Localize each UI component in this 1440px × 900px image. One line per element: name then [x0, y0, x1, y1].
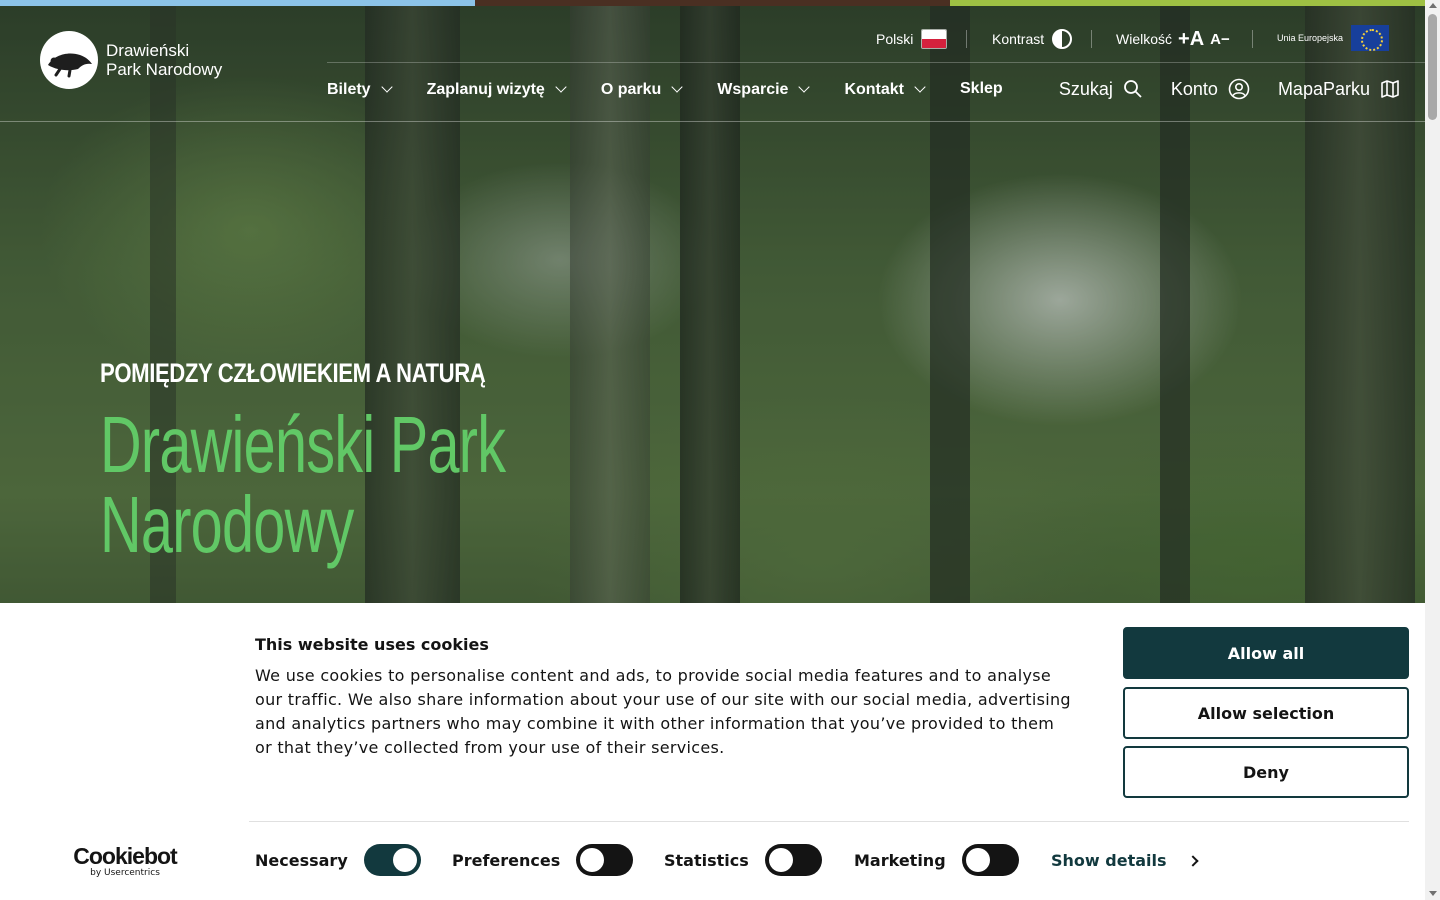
nav-item-bilety[interactable]: Bilety	[327, 81, 393, 99]
allow-all-button[interactable]: Allow all	[1123, 627, 1409, 679]
deny-button[interactable]: Deny	[1123, 746, 1409, 798]
toggle-label: Marketing	[854, 850, 946, 870]
site-logo[interactable]: Drawieński Park Narodowy	[40, 30, 240, 90]
top-stripe-green	[950, 0, 1425, 6]
contrast-toggle[interactable]: Kontrast	[992, 28, 1073, 50]
utility-separator	[1091, 28, 1092, 50]
cookie-banner-text: We use cookies to personalise content an…	[255, 666, 1071, 757]
scroll-down-arrow-icon[interactable]	[1429, 891, 1437, 896]
nav-item-label: O parku	[600, 81, 662, 98]
map-label: MapaParku	[1277, 78, 1370, 99]
font-size-controls: Wielkość +A A−	[1116, 28, 1230, 50]
cookiebot-logo: Cookiebot by Usercentrics	[70, 843, 180, 878]
cookiebot-name: Cookiebot	[73, 843, 177, 869]
search-button[interactable]: Szukaj	[1059, 79, 1143, 100]
logo-text: Drawieński Park Narodowy	[106, 41, 222, 79]
user-icon	[1228, 78, 1250, 100]
font-increase-button[interactable]: +A	[1178, 28, 1204, 51]
chevron-down-icon	[798, 81, 811, 93]
logo-line-2: Park Narodowy	[106, 60, 223, 79]
main-navigation: Bilety Zaplanuj wizytę O parku Wsparcie …	[327, 78, 1039, 102]
toggle-statistics: Statistics	[664, 844, 822, 876]
utility-separator	[966, 28, 967, 50]
toggle-label: Statistics	[664, 850, 749, 870]
utility-separator	[1252, 28, 1253, 50]
statistics-switch[interactable]	[764, 844, 822, 876]
hero-title-line-1: Drawieński Park	[100, 400, 506, 489]
logo-line-1: Drawieński	[106, 41, 190, 60]
preferences-switch[interactable]	[576, 844, 634, 876]
font-size-label: Wielkość	[1116, 31, 1173, 47]
header-divider	[0, 121, 1425, 122]
contrast-icon	[1052, 29, 1073, 49]
page-scrollbar[interactable]	[1425, 0, 1440, 900]
nav-item-sklep[interactable]: Sklep	[960, 80, 1003, 98]
chevron-right-icon	[1186, 854, 1199, 867]
hero-eyebrow: POMIĘDZY CZŁOWIEKIEM A NATURĄ	[100, 358, 486, 388]
scroll-up-arrow-icon[interactable]	[1429, 3, 1437, 8]
search-label: Szukaj	[1058, 78, 1113, 99]
scrollbar-thumb[interactable]	[1428, 14, 1437, 120]
header-tools: Szukaj Konto MapaParku	[1031, 78, 1400, 100]
search-icon	[1123, 80, 1142, 98]
nav-item-label: Sklep	[960, 80, 1003, 97]
account-label: Konto	[1170, 78, 1218, 99]
font-decrease-button[interactable]: A−	[1210, 31, 1230, 48]
nav-item-zaplanuj-wizyte[interactable]: Zaplanuj wizytę	[426, 81, 567, 99]
show-details-link[interactable]: Show details	[1051, 851, 1199, 870]
nav-item-o-parku[interactable]: O parku	[600, 81, 683, 99]
top-stripe-brown	[475, 0, 950, 6]
eu-label: Unia Europejska	[1277, 33, 1344, 43]
eu-flag-icon	[1351, 25, 1390, 51]
allow-selection-button[interactable]: Allow selection	[1123, 687, 1409, 739]
chevron-down-icon	[671, 81, 683, 93]
chevron-down-icon	[555, 81, 567, 93]
park-map-button[interactable]: MapaParku	[1278, 79, 1400, 100]
eu-badge[interactable]: Unia Europejska	[1277, 24, 1390, 52]
beaver-logo-icon	[40, 31, 98, 89]
language-switcher[interactable]: Polski	[876, 28, 948, 50]
chevron-down-icon	[380, 81, 393, 93]
nav-item-label: Bilety	[327, 81, 371, 98]
toggle-label: Necessary	[255, 850, 348, 870]
contrast-label: Kontrast	[992, 31, 1045, 47]
hero-title: Drawieński Park Narodowy	[100, 405, 604, 565]
cookie-banner-title: This website uses cookies	[255, 635, 489, 654]
top-stripe-blue	[0, 0, 475, 6]
nav-item-label: Wsparcie	[717, 81, 789, 98]
polish-flag-icon	[921, 29, 948, 49]
nav-item-wsparcie[interactable]: Wsparcie	[717, 81, 811, 99]
account-button[interactable]: Konto	[1171, 78, 1250, 100]
language-label: Polski	[876, 31, 914, 47]
hero-title-line-2: Narodowy	[100, 480, 354, 569]
toggle-necessary: Necessary	[255, 844, 421, 876]
utility-divider	[327, 62, 1425, 63]
toggle-marketing: Marketing	[854, 844, 1019, 876]
nav-item-label: Kontakt	[844, 81, 904, 98]
nav-item-kontakt[interactable]: Kontakt	[844, 81, 926, 99]
nav-item-label: Zaplanuj wizytę	[426, 81, 545, 98]
map-icon	[1381, 80, 1399, 98]
show-details-label: Show details	[1051, 851, 1167, 870]
chevron-down-icon	[914, 81, 926, 93]
marketing-switch[interactable]	[961, 844, 1019, 876]
toggle-preferences: Preferences	[452, 844, 634, 876]
cookie-consent-banner: This website uses cookies We use cookies…	[0, 603, 1425, 900]
necessary-switch[interactable]	[363, 844, 421, 876]
cookie-divider	[249, 821, 1409, 822]
toggle-label: Preferences	[452, 850, 561, 870]
